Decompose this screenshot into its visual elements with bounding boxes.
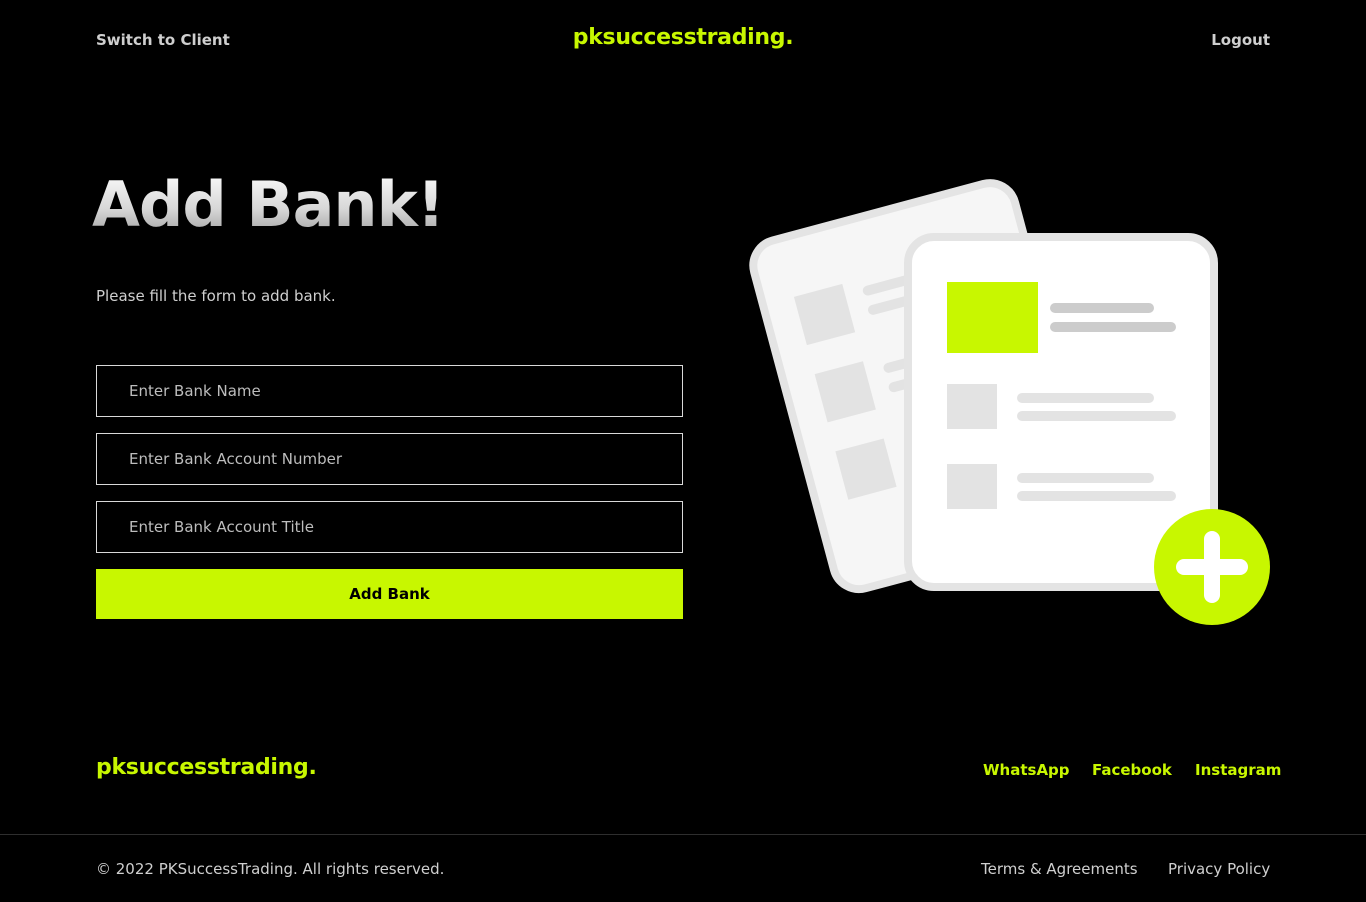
bank-account-title-input[interactable]	[96, 501, 683, 553]
privacy-policy-link[interactable]: Privacy Policy	[1168, 860, 1270, 878]
whatsapp-link[interactable]: WhatsApp	[983, 761, 1070, 779]
add-document-illustration	[740, 150, 1280, 640]
brand-logo[interactable]: pksuccesstrading.	[0, 25, 1366, 50]
plus-circle-icon	[1154, 509, 1270, 625]
footer-divider	[0, 834, 1366, 835]
add-bank-button[interactable]: Add Bank	[96, 569, 683, 619]
page-title: Add Bank!	[92, 168, 445, 241]
page-subtitle: Please fill the form to add bank.	[96, 287, 336, 305]
copyright-text: © 2022 PKSuccessTrading. All rights rese…	[96, 860, 445, 878]
instagram-link[interactable]: Instagram	[1195, 761, 1281, 779]
bank-account-number-input[interactable]	[96, 433, 683, 485]
terms-link[interactable]: Terms & Agreements	[981, 860, 1138, 878]
facebook-link[interactable]: Facebook	[1092, 761, 1172, 779]
footer-brand[interactable]: pksuccesstrading.	[96, 755, 317, 780]
document-stack-icon	[749, 179, 1270, 625]
logout-link[interactable]: Logout	[1211, 31, 1270, 49]
top-bar: Switch to Client pksuccesstrading. Logou…	[0, 0, 1366, 80]
bank-name-input[interactable]	[96, 365, 683, 417]
add-bank-page: Switch to Client pksuccesstrading. Logou…	[0, 0, 1366, 902]
